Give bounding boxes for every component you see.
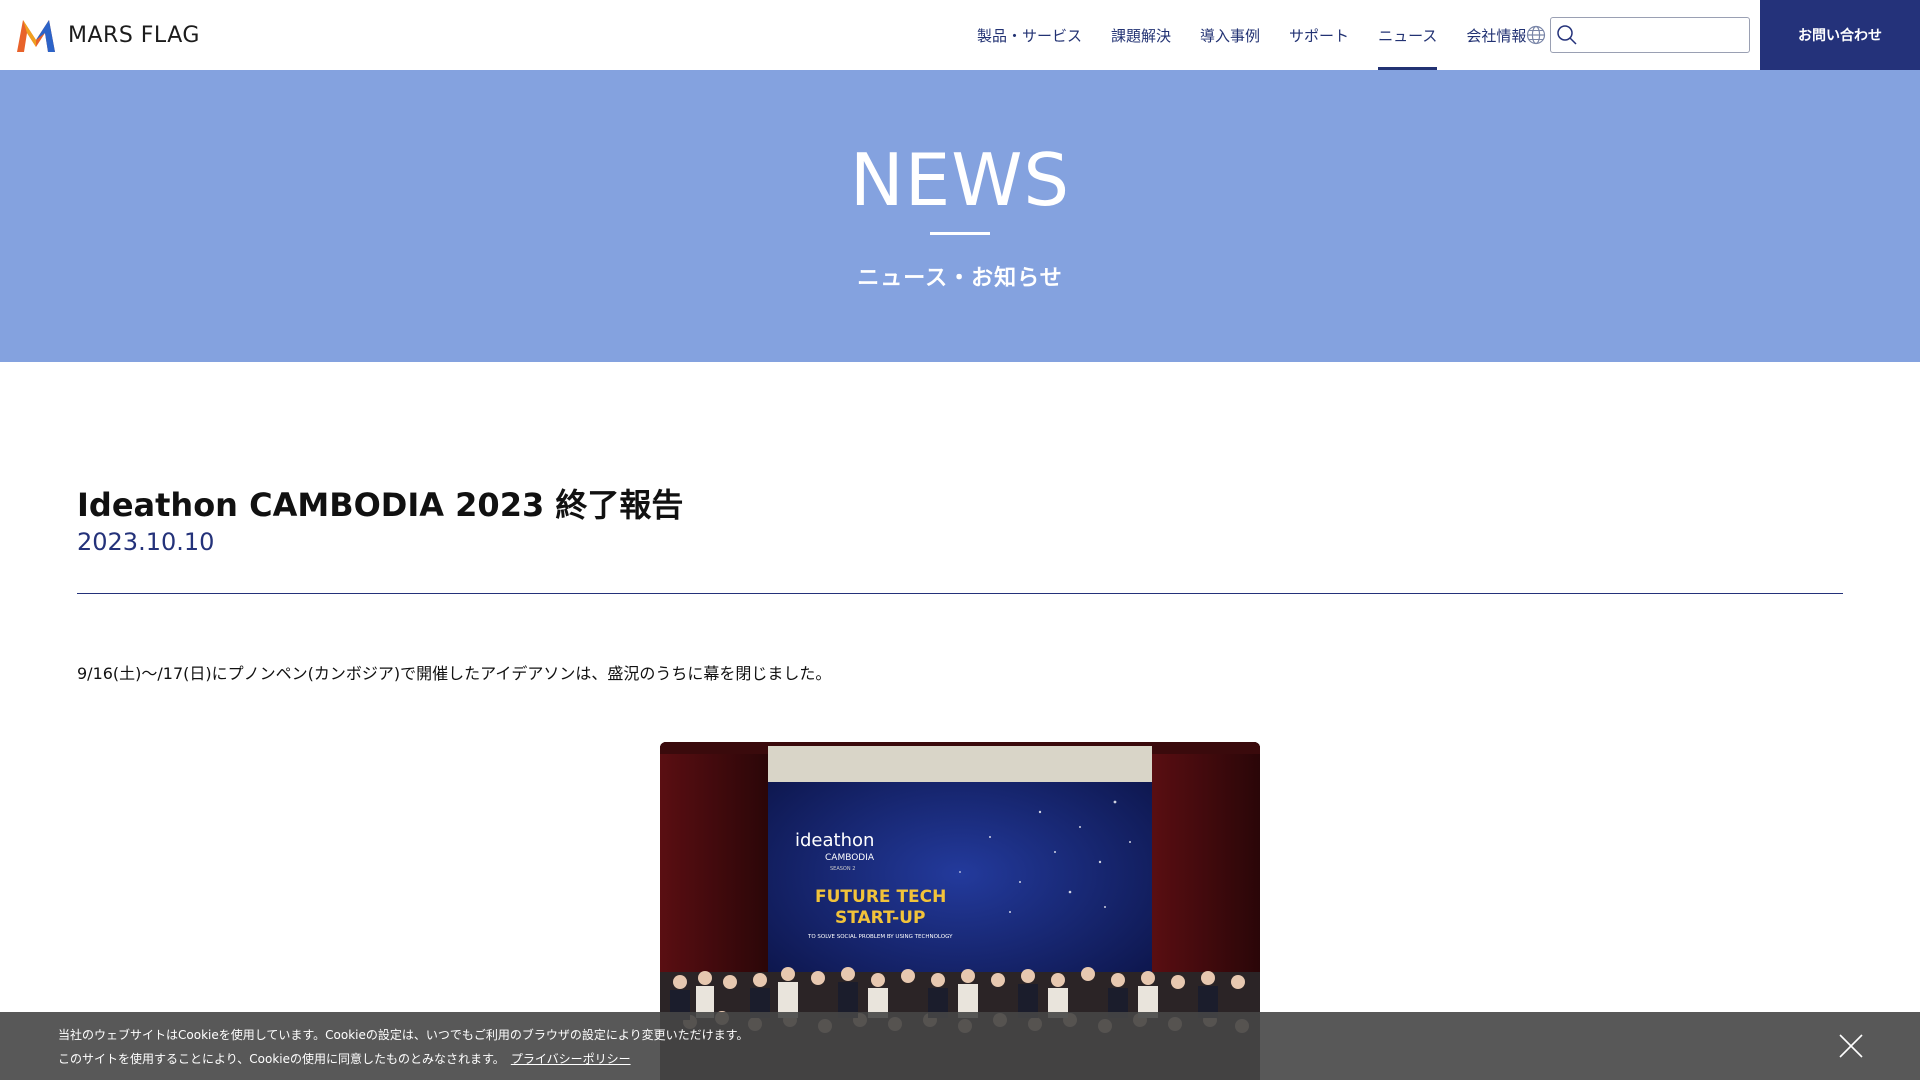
logo-text: MARS FLAG <box>68 22 200 48</box>
close-icon[interactable] <box>1837 1032 1865 1060</box>
globe-icon[interactable] <box>1526 25 1546 45</box>
article-body: 9/16(土)〜/17(日)にプノンペン(カンボジア)で開催したアイデアソンは、… <box>77 664 832 683</box>
site-header: MARS FLAG 製品・サービス 課題解決 導入事例 サポート ニュース 会社… <box>0 0 1920 70</box>
photo-headline-1: FUTURE TECH <box>815 887 946 907</box>
privacy-policy-link[interactable]: プライバシーポリシー <box>511 1052 631 1066</box>
main-nav: 製品・サービス 課題解決 導入事例 サポート ニュース 会社情報 <box>977 0 1555 70</box>
nav-item-support[interactable]: サポート <box>1289 0 1349 70</box>
hero-divider <box>930 232 990 235</box>
photo-event-season: SEASON 2 <box>830 866 855 872</box>
search-input[interactable] <box>1585 18 1745 52</box>
article-divider <box>77 593 1843 594</box>
article-title: Ideathon CAMBODIA 2023 終了報告 <box>77 486 684 524</box>
cookie-banner: 当社のウェブサイトはCookieを使用しています。Cookieの設定は、いつでも… <box>0 1012 1920 1080</box>
photo-event-title: ideathon <box>795 830 874 851</box>
hero-banner: NEWS ニュース・お知らせ <box>0 70 1920 362</box>
article-date: 2023.10.10 <box>77 528 215 556</box>
contact-button[interactable]: お問い合わせ <box>1760 0 1920 70</box>
hero-subtitle: ニュース・お知らせ <box>857 266 1063 291</box>
search-icon[interactable] <box>1556 24 1578 46</box>
photo-event-location: CAMBODIA <box>825 853 875 863</box>
nav-item-case-studies[interactable]: 導入事例 <box>1200 0 1260 70</box>
nav-item-solutions[interactable]: 課題解決 <box>1111 0 1171 70</box>
mars-flag-logo-icon <box>17 20 55 52</box>
search-field[interactable] <box>1550 17 1750 53</box>
nav-item-products[interactable]: 製品・サービス <box>977 0 1082 70</box>
nav-item-company[interactable]: 会社情報 <box>1466 0 1526 70</box>
hero-title: NEWS <box>849 138 1071 222</box>
cookie-consent-text: このサイトを使用することにより、Cookieの使用に同意したものとみなされます。 <box>58 1052 505 1066</box>
nav-item-news[interactable]: ニュース <box>1378 0 1438 70</box>
photo-tagline: TO SOLVE SOCIAL PROBLEM BY USING TECHNOL… <box>807 934 953 940</box>
cookie-notice-line-2: このサイトを使用することにより、Cookieの使用に同意したものとみなされます。… <box>58 1050 631 1067</box>
mars-flag-logo[interactable]: MARS FLAG <box>14 15 200 55</box>
photo-headline-2: START-UP <box>835 908 925 928</box>
cookie-notice-line-1: 当社のウェブサイトはCookieを使用しています。Cookieの設定は、いつでも… <box>58 1028 749 1042</box>
